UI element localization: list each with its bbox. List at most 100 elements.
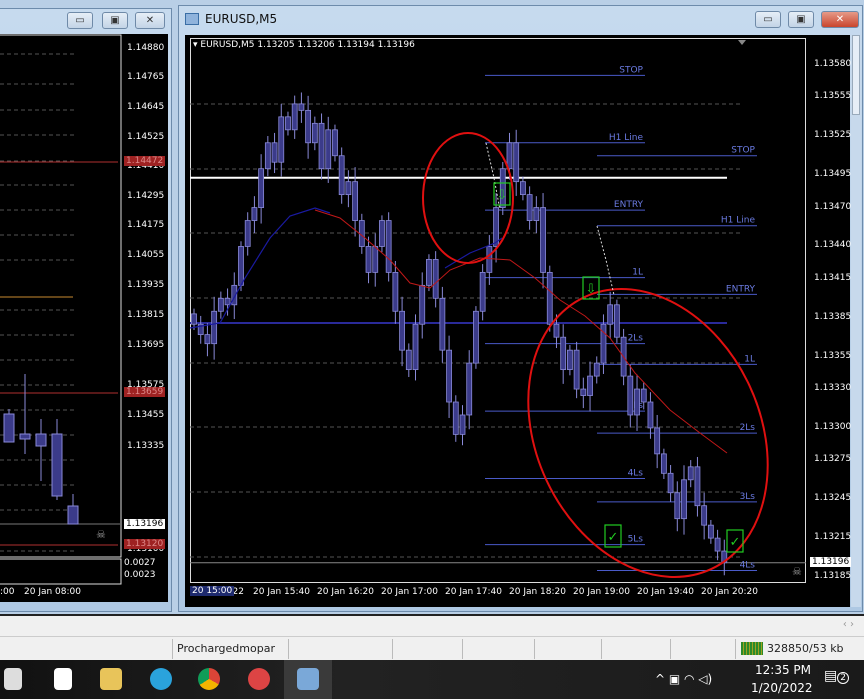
candle-body: [345, 181, 352, 196]
left-candles: [3, 374, 79, 525]
candle-body: [694, 466, 701, 507]
price-label: 1.14525: [127, 132, 165, 142]
scroll-arrows[interactable]: ‹ ›: [843, 619, 854, 630]
moving-average-fast: [190, 207, 331, 329]
price-label: 1.13695: [127, 340, 165, 350]
candle-body: [258, 168, 265, 208]
skull-icon: ☠: [96, 528, 106, 541]
time-label: 20 Jan 08:00: [24, 587, 81, 597]
connection-bars-icon: [741, 642, 763, 655]
candle-body: [513, 142, 520, 183]
candle-body: [674, 492, 681, 520]
price-label: 1.13335: [127, 441, 165, 451]
status-bar: Prochargedmopar 328850/53 kb: [0, 636, 864, 660]
candle-body: [714, 537, 721, 552]
candle-body: [338, 155, 345, 196]
calculator-icon[interactable]: [4, 668, 22, 690]
snipping-tool-icon[interactable]: [248, 668, 270, 690]
candle-body: [473, 310, 479, 364]
candle-body: [405, 349, 412, 371]
price-label: 1.13495: [814, 169, 852, 180]
price-label: 1.13525: [814, 130, 852, 141]
notifications-icon[interactable]: ▤ 2: [824, 668, 849, 684]
candle-body: [204, 334, 211, 345]
app-icon[interactable]: [54, 668, 72, 690]
candle-body: [325, 129, 332, 170]
price-label: 1.13275: [814, 454, 852, 465]
candle-body: [392, 271, 399, 312]
candle-body: [667, 472, 674, 494]
scrollbar-thumb[interactable]: [852, 35, 860, 115]
annotation-circle: [527, 288, 769, 578]
candle-body: [546, 271, 553, 325]
price-label: 1.14295: [127, 191, 165, 201]
check-icon: ✓: [730, 535, 741, 550]
level-label: STOP: [731, 146, 755, 156]
candle-body: [191, 313, 197, 325]
candle-body: [459, 414, 466, 435]
time-label: 20 Jan 19:00: [573, 587, 630, 597]
indicator-label: 0.0023: [124, 570, 156, 580]
candle-body: [560, 336, 567, 371]
telegram-icon[interactable]: [150, 668, 172, 690]
scrollbar[interactable]: [851, 35, 861, 607]
candle-body: [311, 122, 318, 144]
check-icon: ✓: [608, 530, 619, 545]
clock-time[interactable]: 12:35 PM: [755, 663, 811, 677]
price-label: 1.13935: [127, 280, 165, 290]
indicator-label: 0.0027: [124, 558, 156, 568]
level-label: 3Ls: [740, 492, 756, 502]
candle-body: [573, 349, 580, 390]
candle-body: [580, 388, 587, 396]
time-label: 20 Jan 16:20: [317, 587, 374, 597]
candle-body: [372, 246, 379, 273]
tray-icons[interactable]: ^ ▣ ◠ ◁): [655, 672, 712, 686]
skull-icon: ☠: [792, 565, 802, 578]
clock-date[interactable]: 1/20/2022: [751, 681, 813, 695]
candle-body: [278, 116, 285, 163]
candle-body: [238, 246, 244, 286]
title-bar[interactable]: EURUSD,M5 ▭ ▣ ✕: [179, 6, 862, 34]
maximize-button[interactable]: ▣: [102, 12, 128, 29]
time-label: 20 Jan 17:40: [445, 587, 502, 597]
level-label: H1 Line: [609, 133, 644, 143]
level-label: 5Ls: [628, 535, 644, 545]
candle-body: [526, 194, 533, 221]
price-label: 1.14765: [127, 72, 165, 82]
taskbar: ^ ▣ ◠ ◁) 12:35 PM 1/20/2022 ▤ 2: [0, 660, 864, 699]
level-label: ENTRY: [614, 200, 644, 210]
candle-body: [419, 284, 426, 325]
chrome-icon[interactable]: [198, 668, 220, 690]
candle-body: [466, 362, 473, 416]
price-label: 1.14175: [127, 220, 165, 230]
price-label: 1.13300: [814, 421, 852, 432]
file-explorer-icon[interactable]: [100, 668, 122, 690]
notification-count: 2: [837, 672, 849, 684]
candle-body: [244, 220, 251, 247]
time-highlight: 20 15:00: [190, 586, 235, 596]
candle-body: [412, 323, 419, 371]
metatrader-taskbar-button[interactable]: [284, 660, 332, 699]
close-button[interactable]: ✕: [135, 12, 165, 29]
candle-body: [332, 129, 338, 157]
price-label: 1.13385: [814, 311, 852, 322]
window-title: EURUSD,M5: [205, 12, 278, 26]
minimize-button[interactable]: ▭: [755, 11, 781, 28]
time-label: 20 Jan 19:40: [637, 587, 694, 597]
candle-body: [432, 259, 439, 299]
minimize-button[interactable]: ▭: [67, 12, 93, 29]
candle-body: [264, 142, 271, 170]
price-label: 1.13455: [127, 410, 165, 420]
price-label: 1.13580: [814, 59, 852, 69]
close-button[interactable]: ✕: [821, 11, 859, 28]
candle-body: [271, 142, 278, 163]
price-tag-red: 1.14472: [124, 156, 166, 166]
candle-body: [533, 207, 540, 221]
price-label: 1.13815: [127, 310, 165, 320]
level-label: H1 Line: [721, 216, 756, 226]
maximize-button[interactable]: ▣: [788, 11, 814, 28]
candle-body: [385, 220, 392, 273]
price-tag-red: 1.13120: [124, 539, 166, 549]
traffic-status: 328850/53 kb: [767, 642, 844, 655]
price-label: 1.13440: [814, 240, 852, 251]
